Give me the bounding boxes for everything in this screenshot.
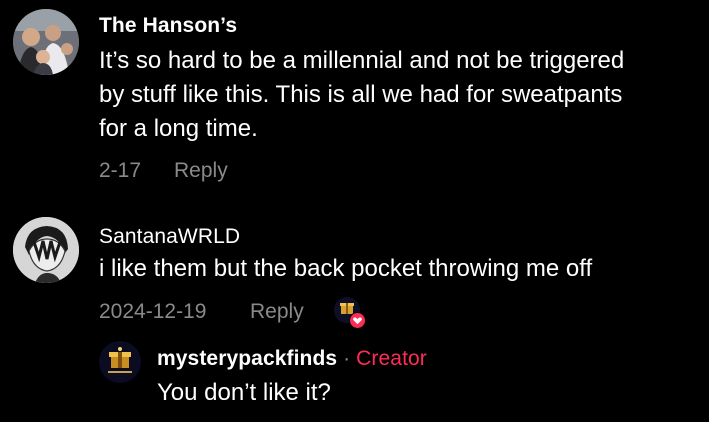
- comment-username[interactable]: The Hanson’s: [99, 14, 237, 38]
- avatar-mysterypackfinds[interactable]: [99, 341, 141, 383]
- reply-username-text[interactable]: mysterypackfinds: [157, 347, 337, 370]
- comment-text-line: for a long time.: [99, 115, 258, 142]
- comment-date: 2-17: [99, 159, 142, 182]
- reply-username[interactable]: mysterypackfinds · Creator: [157, 347, 427, 371]
- comment-date: 2024-12-19: [99, 300, 207, 323]
- reply-button[interactable]: Reply: [174, 159, 228, 183]
- family-photo-icon: [13, 9, 79, 75]
- heart-icon: [349, 312, 366, 329]
- comment-text-line: i like them but the back pocket throwing…: [99, 255, 593, 282]
- avatar-the-hansons[interactable]: [13, 9, 79, 75]
- comment-text-line: It’s so hard to be a millennial and not …: [99, 47, 625, 74]
- creator-liked-indicator: [334, 297, 366, 329]
- avatar-santanawrld[interactable]: [13, 217, 79, 283]
- treasure-box-logo-icon: [99, 341, 141, 383]
- reply-button[interactable]: Reply: [250, 300, 304, 324]
- comment-username[interactable]: SantanaWRLD: [99, 225, 240, 249]
- anime-character-icon: [13, 217, 79, 283]
- comment-text-line: by stuff like this. This is all we had f…: [99, 81, 623, 108]
- reply-text: You don’t like it?: [157, 379, 331, 406]
- separator-dot: ·: [343, 347, 351, 370]
- creator-badge: Creator: [356, 347, 427, 370]
